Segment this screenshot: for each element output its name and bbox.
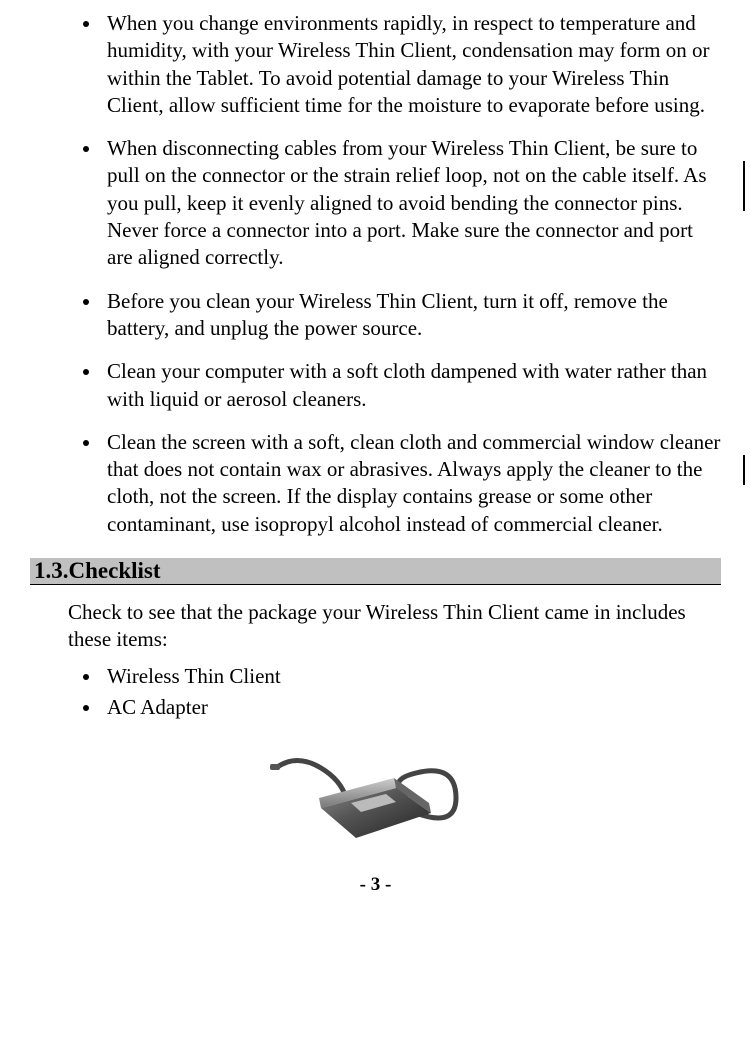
list-item: When you change environments rapidly, in… xyxy=(102,10,721,119)
list-item: When disconnecting cables from your Wire… xyxy=(102,135,721,271)
list-item-text: When you change environments rapidly, in… xyxy=(107,11,709,117)
top-bullet-list: When you change environments rapidly, in… xyxy=(30,10,721,538)
list-item-text: When disconnecting cables from your Wire… xyxy=(107,136,707,269)
page-content: When you change environments rapidly, in… xyxy=(0,0,751,916)
section-title: Checklist xyxy=(69,558,161,583)
list-item-text: Wireless Thin Client xyxy=(107,664,281,688)
list-item-text: Clean your computer with a soft cloth da… xyxy=(107,359,707,410)
list-item-text: Before you clean your Wireless Thin Clie… xyxy=(107,289,668,340)
section-number: 1.3. xyxy=(34,558,69,583)
list-item-text: Clean the screen with a soft, clean clot… xyxy=(107,430,720,536)
list-item-text: AC Adapter xyxy=(107,695,208,719)
ac-adapter-figure xyxy=(30,738,721,864)
checklist-items: Wireless Thin Client AC Adapter xyxy=(30,664,721,720)
section-intro-text: Check to see that the package your Wirel… xyxy=(68,599,721,654)
list-item: Wireless Thin Client xyxy=(102,664,721,689)
page-number: - 3 - xyxy=(30,874,721,896)
list-item: Clean your computer with a soft cloth da… xyxy=(102,358,721,413)
list-item: Before you clean your Wireless Thin Clie… xyxy=(102,288,721,343)
list-item: AC Adapter xyxy=(102,695,721,720)
list-item: Clean the screen with a soft, clean clot… xyxy=(102,429,721,538)
ac-adapter-icon xyxy=(266,738,486,858)
revision-bar-icon xyxy=(743,161,745,211)
revision-bar-icon xyxy=(743,455,745,485)
section-heading: 1.3.Checklist xyxy=(30,558,721,585)
